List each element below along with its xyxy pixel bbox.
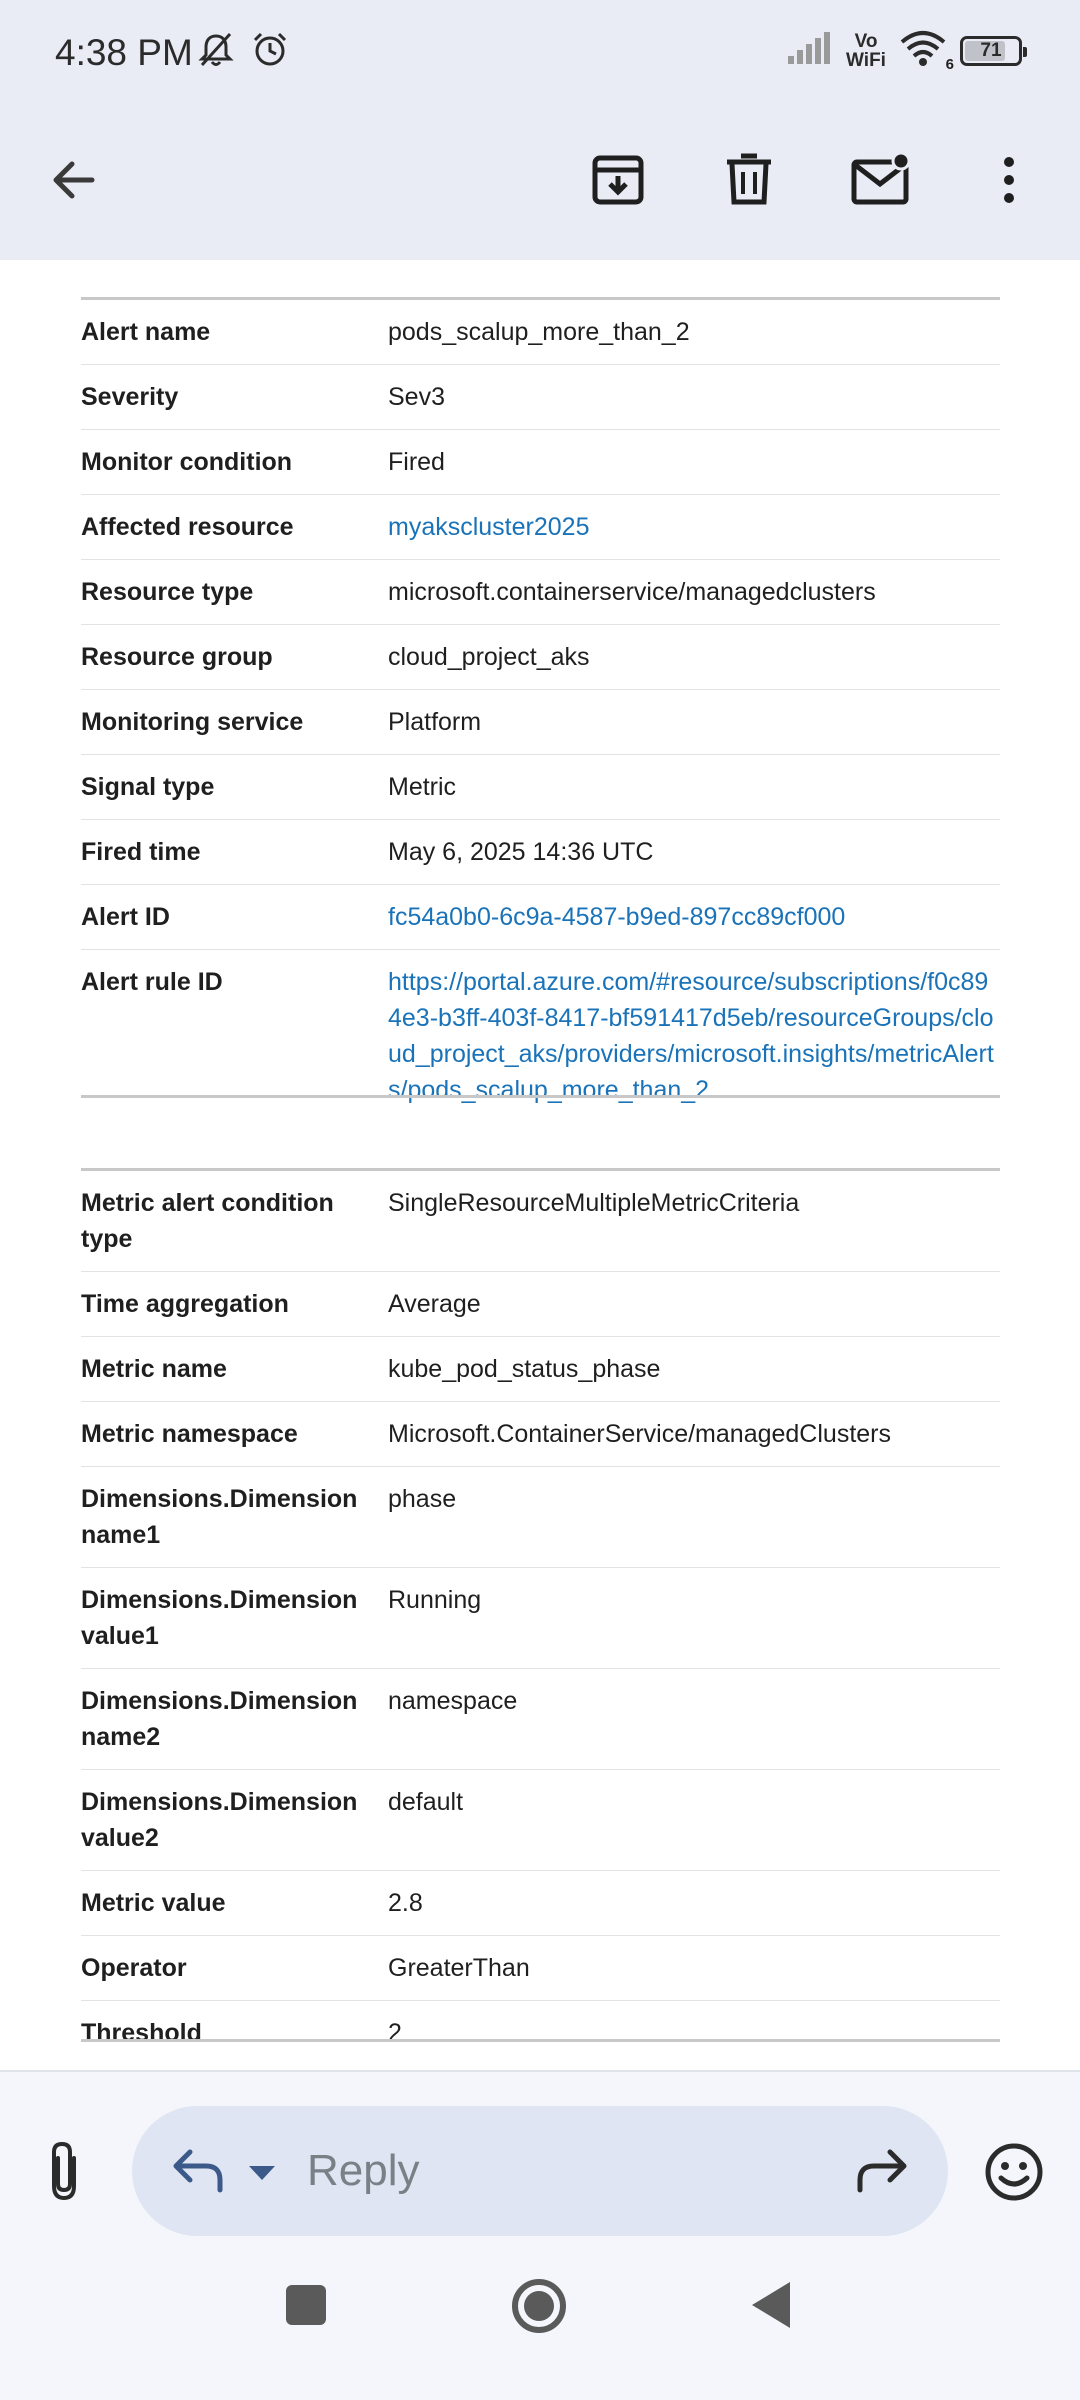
- detail-key: Metric namespace: [81, 1401, 388, 1467]
- detail-key: Dimensions.Dimension name1: [81, 1466, 388, 1568]
- detail-row: Monitor condition Fired: [81, 429, 1000, 495]
- reply-arrow-icon[interactable]: [170, 2146, 226, 2201]
- app-bar: [0, 110, 1080, 260]
- detail-row: Metric namespace Microsoft.ContainerServi…: [81, 1401, 1000, 1467]
- status-bar: 4:38 PM Vo WiFi 6 71: [0, 0, 1080, 110]
- emoji-icon[interactable]: [984, 2142, 1044, 2207]
- archive-icon[interactable]: [578, 140, 658, 220]
- detail-key: Severity: [81, 364, 388, 430]
- recents-square-icon[interactable]: [286, 2285, 326, 2330]
- detail-row: Fired time May 6, 2025 14:36 UTC: [81, 819, 1000, 885]
- status-left-icons: [196, 30, 290, 75]
- detail-value: 2: [388, 2019, 402, 2047]
- detail-key: Monitoring service: [81, 689, 388, 755]
- home-circle-icon[interactable]: [511, 2278, 567, 2339]
- detail-row: Dimensions.Dimension value1 Running: [81, 1567, 1000, 1669]
- detail-value: default: [388, 1769, 1000, 1871]
- bell-off-icon: [196, 30, 236, 75]
- detail-key: Dimensions.Dimension value2: [81, 1769, 388, 1871]
- detail-value: Platform: [388, 689, 1000, 755]
- detail-value: pods_scalup_more_than_2: [388, 300, 1000, 365]
- back-triangle-icon[interactable]: [750, 2280, 794, 2335]
- detail-value: Average: [388, 1271, 1000, 1337]
- detail-row: Signal type Metric: [81, 754, 1000, 820]
- detail-value: Fired: [388, 429, 1000, 495]
- detail-key: Alert name: [81, 300, 388, 365]
- detail-row: Alert name pods_scalup_more_than_2: [81, 300, 1000, 365]
- vowifi-label: Vo WiFi: [846, 30, 886, 71]
- detail-row: Time aggregation Average: [81, 1271, 1000, 1337]
- detail-value: microsoft.containerservice/managedcluste…: [388, 559, 1000, 625]
- detail-key: Threshold: [81, 2019, 202, 2047]
- detail-value: kube_pod_status_phase: [388, 1336, 1000, 1402]
- detail-value: GreaterThan: [388, 1935, 1000, 2001]
- reply-input[interactable]: Reply: [307, 2146, 420, 2196]
- battery-level: 71: [980, 39, 1002, 61]
- detail-value: phase: [388, 1466, 1000, 1568]
- detail-value: Running: [388, 1567, 1000, 1669]
- detail-row: Severity Sev3: [81, 364, 1000, 430]
- detail-row: Dimensions.Dimension value2 default: [81, 1769, 1000, 1871]
- detail-key: Metric alert condition type: [81, 1171, 388, 1272]
- detail-key: Resource type: [81, 559, 388, 625]
- detail-row: Resource type microsoft.containerservice/…: [81, 559, 1000, 625]
- detail-key: Dimensions.Dimension value1: [81, 1567, 388, 1669]
- battery-indicator: 71: [960, 35, 1027, 66]
- detail-key: Fired time: [81, 819, 388, 885]
- status-right: Vo WiFi 6 71: [786, 28, 1027, 73]
- metric-details-table: Metric alert condition type SingleResourc…: [81, 1171, 1000, 2065]
- detail-row: Alert ID fc54a0b0-6c9a-4587-b9ed-897cc89c…: [81, 884, 1000, 950]
- detail-row: Dimensions.Dimension name2 namespace: [81, 1668, 1000, 1770]
- system-nav-bar: [0, 2240, 1080, 2400]
- detail-key: Monitor condition: [81, 429, 388, 495]
- detail-key: Signal type: [81, 754, 388, 820]
- signal-icon: [786, 30, 834, 71]
- detail-key: Metric value: [81, 1870, 388, 1936]
- detail-row: Affected resource myakscluster2025: [81, 494, 1000, 560]
- detail-value: cloud_project_aks: [388, 624, 1000, 690]
- section-divider-bottom: [81, 2039, 1000, 2042]
- reply-pill[interactable]: Reply: [132, 2106, 948, 2236]
- detail-row: Threshold 2: [81, 2001, 1000, 2066]
- detail-row: Metric alert condition type SingleResourc…: [81, 1171, 1000, 1272]
- detail-key: Metric name: [81, 1336, 388, 1402]
- detail-row: Metric name kube_pod_status_phase: [81, 1336, 1000, 1402]
- detail-key: Dimensions.Dimension name2: [81, 1668, 388, 1770]
- detail-row: Dimensions.Dimension name1 phase: [81, 1466, 1000, 1568]
- detail-row: Resource group cloud_project_aks: [81, 624, 1000, 690]
- detail-value: Microsoft.ContainerService/managedCluste…: [388, 1401, 1000, 1467]
- detail-row: Metric value 2.8: [81, 1870, 1000, 1936]
- alert-details-table: Alert name pods_scalup_more_than_2 Severit…: [81, 300, 1000, 1122]
- status-time: 4:38 PM: [55, 32, 193, 73]
- detail-key: Time aggregation: [81, 1271, 388, 1337]
- forward-arrow-icon[interactable]: [854, 2146, 910, 2201]
- detail-key: Affected resource: [81, 494, 388, 560]
- back-arrow-icon[interactable]: [34, 140, 114, 220]
- detail-value: Metric: [388, 754, 1000, 820]
- email-body[interactable]: Alert name pods_scalup_more_than_2 Severit…: [0, 260, 1080, 2070]
- detail-value: SingleResourceMultipleMetricCriteria: [388, 1171, 1000, 1272]
- attachment-icon[interactable]: [40, 2140, 88, 2209]
- wifi-sub-label: 6: [945, 56, 954, 73]
- detail-key: Resource group: [81, 624, 388, 690]
- detail-value: namespace: [388, 1668, 1000, 1770]
- mark-unread-icon[interactable]: [842, 140, 922, 220]
- detail-value: Sev3: [388, 364, 1000, 430]
- detail-link[interactable]: myakscluster2025: [388, 494, 1000, 560]
- alarm-icon: [250, 30, 290, 75]
- more-vert-icon[interactable]: [969, 140, 1049, 220]
- detail-row: Monitoring service Platform: [81, 689, 1000, 755]
- detail-row: Operator GreaterThan: [81, 1935, 1000, 2001]
- detail-key: Alert ID: [81, 884, 388, 950]
- detail-value: 2.8: [388, 1870, 1000, 1936]
- detail-link[interactable]: fc54a0b0-6c9a-4587-b9ed-897cc89cf000: [388, 884, 1000, 950]
- detail-value: May 6, 2025 14:36 UTC: [388, 819, 1000, 885]
- delete-icon[interactable]: [709, 140, 789, 220]
- reply-area: Reply: [0, 2070, 1080, 2240]
- detail-key: Operator: [81, 1935, 388, 2001]
- chevron-down-icon[interactable]: [247, 2164, 277, 2187]
- section-divider-middle: [81, 1095, 1000, 1098]
- wifi-icon: 6: [898, 28, 954, 73]
